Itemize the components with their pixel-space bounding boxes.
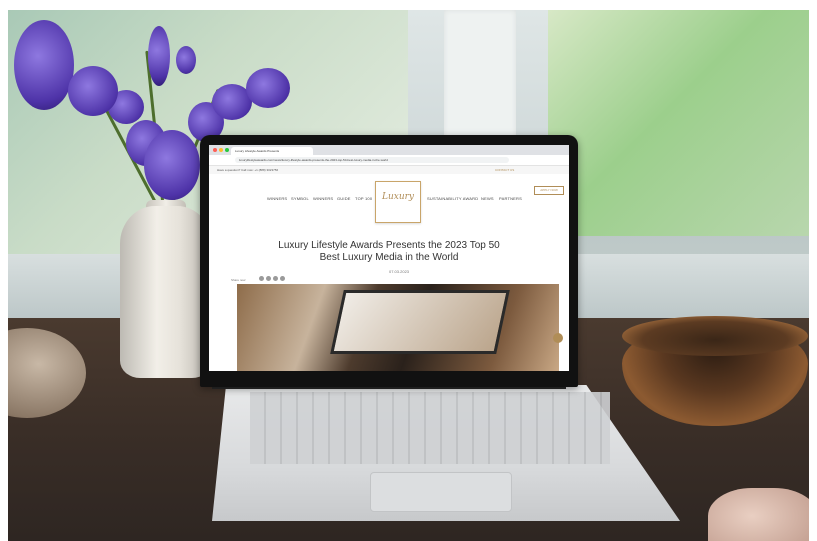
contact-link[interactable]: CONTACT US: [495, 166, 514, 174]
address-bar[interactable]: luxurylifestyleawards.com/news/luxury-li…: [235, 157, 509, 163]
hand: [708, 488, 809, 541]
twitter-icon[interactable]: [273, 276, 278, 281]
nav-item[interactable]: SYMBOL: [291, 196, 309, 201]
nav-item[interactable]: GUIDE: [337, 196, 351, 201]
maximize-window-icon[interactable]: [225, 148, 229, 152]
laptop-trackpad: [370, 472, 512, 512]
chat-button[interactable]: [553, 333, 563, 343]
site-logo[interactable]: Luxury: [375, 181, 421, 223]
lupine-flower: [144, 130, 200, 200]
phone-question: Have a question? Call now: +1 (888) 3023…: [217, 168, 279, 172]
browser-tab-bar: Luxury Lifestyle Awards Presents: [209, 145, 569, 155]
logo-text: Luxury: [381, 192, 415, 202]
lupine-flower: [176, 46, 196, 74]
nav-item[interactable]: TOP 100: [355, 196, 372, 201]
lupine-flower: [14, 20, 74, 110]
lupine-flower: [246, 68, 290, 108]
share-label: Share now:: [231, 278, 247, 282]
nav-item[interactable]: WINNERS: [313, 196, 333, 201]
facebook-icon[interactable]: [259, 276, 264, 281]
laptop-screen: Luxury Lifestyle Awards Presents luxuryl…: [209, 145, 569, 371]
lupine-flower: [68, 66, 118, 116]
browser-tab[interactable]: Luxury Lifestyle Awards Presents: [231, 147, 313, 155]
site-top-strip: Have a question? Call now: +1 (888) 3023…: [209, 166, 569, 174]
linkedin-icon[interactable]: [266, 276, 271, 281]
hero-laptop-image: [330, 290, 510, 354]
minimize-window-icon[interactable]: [219, 148, 223, 152]
wooden-bowl-rim: [622, 316, 808, 356]
white-vase: [120, 206, 212, 378]
close-window-icon[interactable]: [213, 148, 217, 152]
laptop-keyboard: [250, 392, 610, 464]
nav-item[interactable]: WINNERS: [267, 196, 287, 201]
browser-toolbar: luxurylifestyleawards.com/news/luxury-li…: [209, 155, 569, 166]
article-date: 07.03.2023: [389, 269, 410, 274]
window-right: [548, 10, 809, 236]
article-title: Luxury Lifestyle Awards Presents the 202…: [278, 240, 500, 263]
lupine-flower: [148, 26, 170, 86]
apply-now-button[interactable]: APPLY NOW: [534, 186, 564, 195]
nav-item[interactable]: SUSTAINABILITY AWARD: [427, 196, 478, 201]
pinterest-icon[interactable]: [280, 276, 285, 281]
nav-item[interactable]: NEWS: [481, 196, 494, 201]
nav-item[interactable]: PARTNERS: [499, 196, 522, 201]
